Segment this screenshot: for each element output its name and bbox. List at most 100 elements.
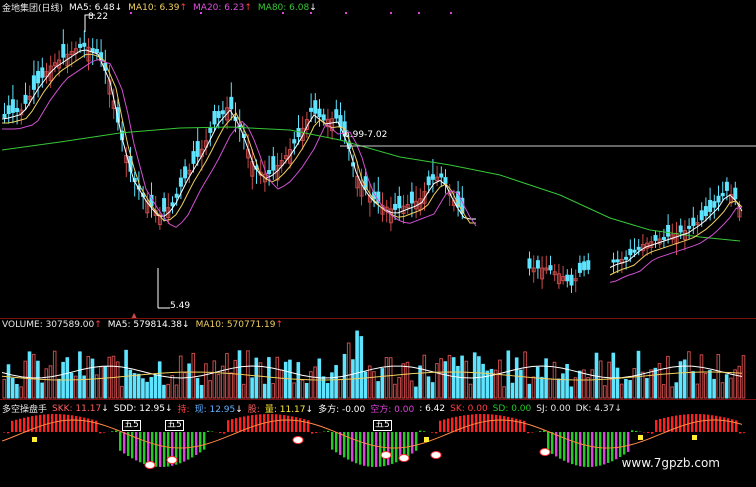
- volume-bar: [430, 382, 435, 399]
- indicator-bar: [295, 417, 298, 432]
- candle-body: [23, 94, 28, 104]
- volume-bar: [145, 381, 149, 399]
- candle-body: [6, 105, 11, 115]
- indicator-bar: [15, 419, 18, 432]
- candle-body: [90, 48, 95, 53]
- candle-body: [94, 48, 99, 53]
- indicator-bar: [283, 415, 286, 432]
- sj-value: SJ: 0.00: [536, 403, 571, 414]
- volume-bar: [741, 355, 746, 399]
- indicator-bar: [91, 419, 94, 432]
- sell-signal-oval: [144, 461, 156, 469]
- indicator-bar: [151, 432, 154, 467]
- indicator-bar: [727, 418, 730, 432]
- volume-bar: [254, 357, 259, 399]
- indicator-bar: [303, 419, 306, 432]
- volume-bar: [40, 382, 44, 399]
- volume-bar: [393, 383, 397, 399]
- volume-bar: [313, 366, 317, 399]
- candle-body: [624, 256, 629, 260]
- indicator-bar: [79, 416, 82, 432]
- indicator-bar: [39, 414, 42, 432]
- indicator-bar: [239, 417, 242, 432]
- volume-bar: [267, 357, 271, 399]
- volume-bar: [506, 350, 511, 399]
- volume-bar: [120, 385, 124, 399]
- volume-bar: [187, 363, 191, 399]
- volume-bar: [103, 366, 107, 399]
- volume-bar: [653, 367, 658, 399]
- volume-bar: [65, 357, 70, 399]
- ma20-line: [2, 59, 477, 228]
- indicator-bar: [531, 432, 534, 433]
- candle-body: [653, 235, 658, 241]
- indicator-bar: [495, 414, 498, 432]
- indicator-bar: [75, 415, 78, 432]
- indicator-bar: [563, 432, 566, 461]
- volume-bar: [6, 364, 11, 399]
- volume-bar: [283, 361, 288, 399]
- volume-bar: [615, 367, 620, 399]
- volume-bar: [661, 384, 666, 399]
- volume-bar: [422, 354, 427, 399]
- level-line-label: 6.99-7.02: [344, 130, 388, 140]
- volume-bar: [603, 385, 607, 399]
- indicator-bar: [491, 414, 494, 432]
- volume-bar: [19, 386, 23, 399]
- volume-bar: [695, 383, 700, 399]
- volume-bar: [439, 358, 443, 399]
- candle-body: [527, 258, 532, 269]
- volume-bar: [666, 355, 670, 399]
- sell-signal-oval: [166, 456, 178, 464]
- indicator-bar: [619, 432, 622, 458]
- indicator-bar: [707, 414, 710, 432]
- candle-body: [271, 156, 276, 171]
- candle-body: [733, 187, 738, 200]
- indicator-bar: [743, 432, 746, 433]
- volume-bar: [178, 355, 183, 399]
- yellow-signal: [692, 435, 697, 440]
- indicator-bar: [191, 432, 194, 458]
- indicator-bar: [655, 419, 658, 432]
- volume-bar: [510, 382, 515, 399]
- indicator-bar: [299, 418, 302, 432]
- volume-bar: [523, 351, 527, 399]
- candle-body: [183, 166, 188, 179]
- skk-value: SKK: 11.17↓: [52, 403, 109, 414]
- candle-body: [216, 111, 221, 118]
- candle-body: [15, 108, 20, 113]
- volume-bar: [435, 363, 439, 399]
- volume-bar: [624, 379, 628, 399]
- indicator-bar: [431, 432, 434, 433]
- indicator-bar: [63, 414, 66, 432]
- indicator-bar: [371, 432, 374, 467]
- indicator-bar: [679, 414, 682, 432]
- volume-bar: [464, 360, 469, 399]
- candle-body: [174, 193, 179, 198]
- sell-signal-oval: [539, 448, 551, 456]
- candle-body: [334, 109, 339, 119]
- indicator-bar: [699, 414, 702, 432]
- candle-body: [611, 259, 616, 263]
- volume-bar: [208, 380, 212, 399]
- indicator-bar: [527, 432, 530, 434]
- indicator-bar: [507, 416, 510, 432]
- indicator-bar: [23, 417, 26, 432]
- indicator-bar: [735, 420, 738, 432]
- signal-box-2: 五5: [165, 420, 184, 431]
- volume-bar: [691, 371, 695, 399]
- volume-bar: [149, 377, 154, 399]
- volume-bar: [456, 365, 460, 399]
- kongfang-extra: : 6.42: [419, 403, 446, 414]
- indicator-bar: [7, 432, 10, 434]
- volume-bar: [325, 383, 330, 399]
- watermark: www.7gpzb.com: [621, 456, 720, 470]
- volume-ma10: MA10: 570771.19↑: [195, 320, 284, 330]
- volume-bar: [162, 384, 166, 399]
- volume-bar: [531, 376, 536, 399]
- volume-bar: [262, 383, 267, 399]
- volume-bar: [157, 361, 162, 399]
- volume-value: VOLUME: 307589.00↑: [2, 320, 102, 330]
- yellow-signal: [638, 435, 643, 440]
- indicator-bar: [631, 430, 634, 432]
